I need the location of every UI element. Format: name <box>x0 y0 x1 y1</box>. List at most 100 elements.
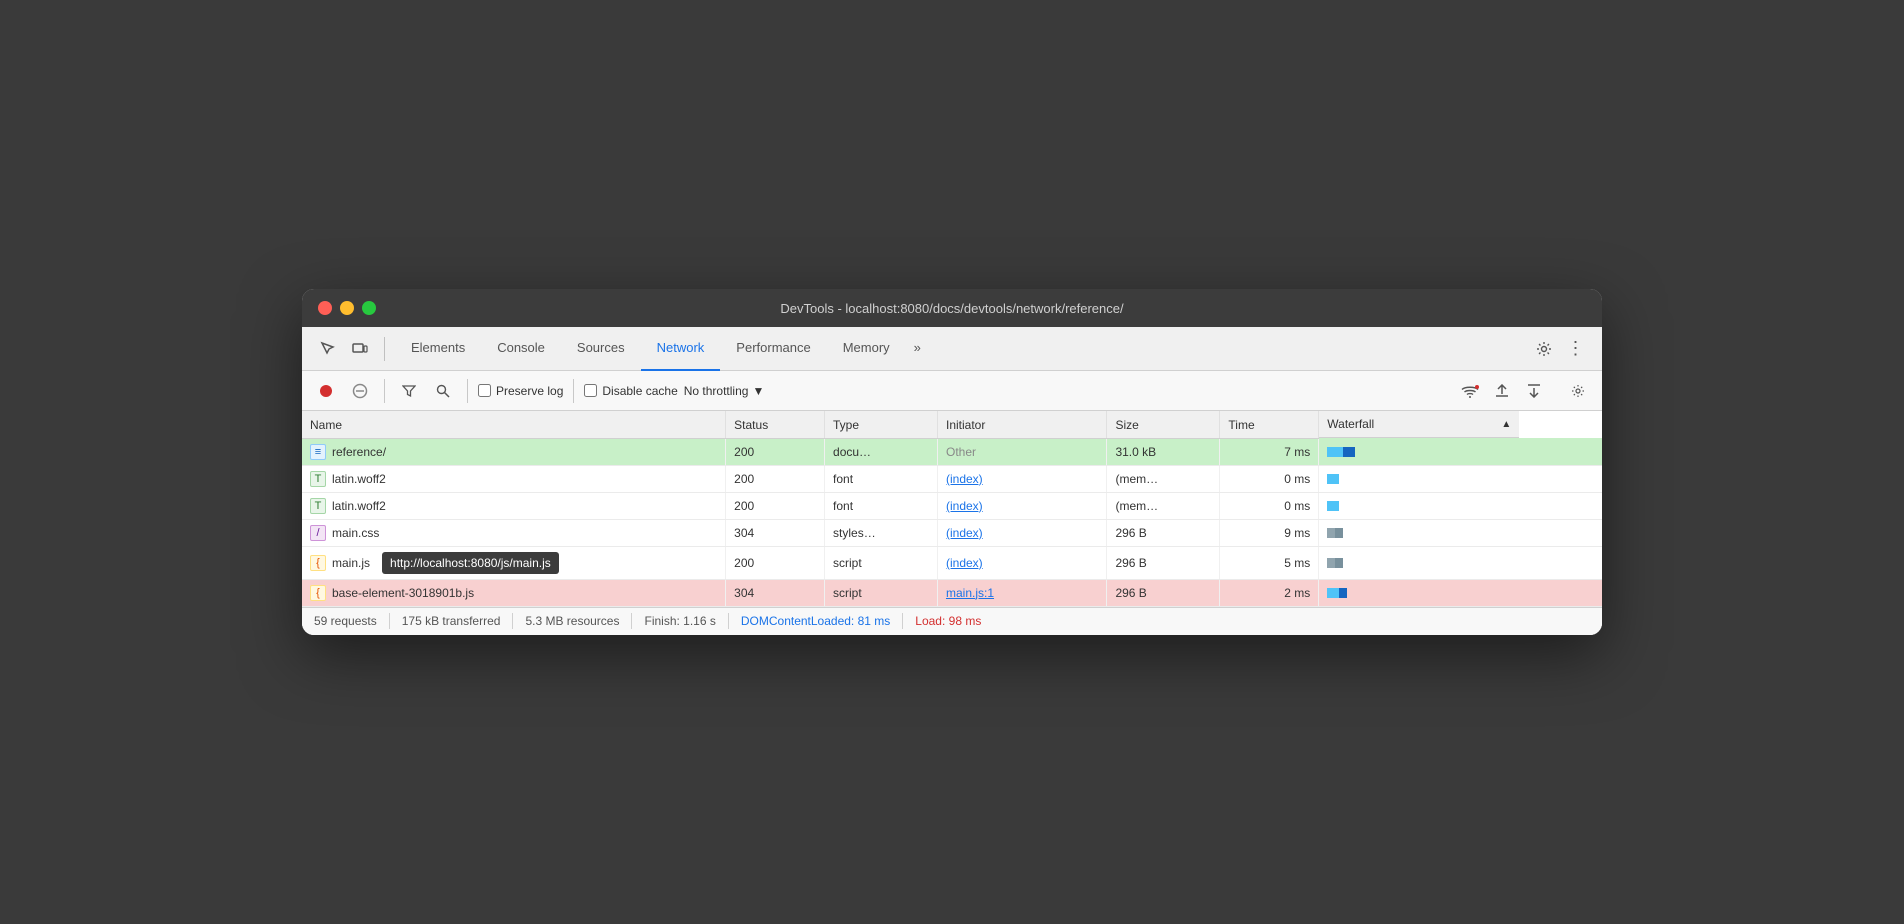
table-row[interactable]: Tlatin.woff2200font(index)(mem…0 ms <box>302 465 1602 492</box>
tab-console[interactable]: Console <box>481 327 561 371</box>
top-toolbar: Elements Console Sources Network Perform… <box>302 327 1602 371</box>
row-name: latin.woff2 <box>332 499 386 513</box>
row-type: styles… <box>825 519 938 546</box>
throttle-select[interactable]: No throttling ▼ <box>684 384 765 398</box>
row-name: latin.woff2 <box>332 472 386 486</box>
network-settings-icon[interactable] <box>1564 377 1592 405</box>
th-type[interactable]: Type <box>825 411 938 438</box>
search-icon[interactable] <box>429 377 457 405</box>
js-file-icon: { <box>310 585 326 601</box>
status-sep-3 <box>631 613 632 629</box>
table-row[interactable]: ≡ reference/200docu…Other31.0 kB7 ms <box>302 438 1602 465</box>
row-size: 296 B <box>1107 519 1220 546</box>
row-time: 5 ms <box>1220 546 1319 579</box>
filter-icon[interactable] <box>395 377 423 405</box>
css-file-icon: / <box>310 525 326 541</box>
th-size[interactable]: Size <box>1107 411 1220 438</box>
name-cell: /main.css <box>302 519 726 546</box>
row-type: script <box>825 579 938 606</box>
row-status: 200 <box>726 438 825 465</box>
row-initiator[interactable]: (index) <box>937 492 1106 519</box>
status-sep-4 <box>728 613 729 629</box>
row-name: reference/ <box>332 445 386 459</box>
th-time[interactable]: Time <box>1220 411 1319 438</box>
minimize-button[interactable] <box>340 301 354 315</box>
th-status[interactable]: Status <box>726 411 825 438</box>
row-initiator: Other <box>937 438 1106 465</box>
row-time: 9 ms <box>1220 519 1319 546</box>
wifi-icon[interactable] <box>1456 377 1484 405</box>
settings-icon[interactable] <box>1530 335 1558 363</box>
row-size: 31.0 kB <box>1107 438 1220 465</box>
disable-cache-checkbox[interactable] <box>584 384 597 397</box>
font-file-icon: T <box>310 498 326 514</box>
more-options-icon[interactable]: ⋮ <box>1562 335 1590 363</box>
row-time: 2 ms <box>1220 579 1319 606</box>
toolbar-right: ⋮ <box>1530 335 1590 363</box>
device-toggle-icon[interactable] <box>346 335 374 363</box>
preserve-log-checkbox[interactable] <box>478 384 491 397</box>
table-row[interactable]: Tlatin.woff2200font(index)(mem…0 ms <box>302 492 1602 519</box>
row-initiator[interactable]: (index) <box>937 519 1106 546</box>
row-initiator[interactable]: (index) <box>937 465 1106 492</box>
row-waterfall <box>1319 519 1602 546</box>
nt-separator-3 <box>573 379 574 403</box>
download-icon[interactable] <box>1520 377 1548 405</box>
inspect-icon[interactable] <box>314 335 342 363</box>
record-button[interactable] <box>312 377 340 405</box>
row-waterfall <box>1319 492 1602 519</box>
table-row[interactable]: {main.jshttp://localhost:8080/js/main.js… <box>302 546 1602 579</box>
row-tooltip: http://localhost:8080/js/main.js <box>382 552 559 574</box>
network-table-container[interactable]: Name Status Type Initiator Size <box>302 411 1602 607</box>
row-time: 0 ms <box>1220 465 1319 492</box>
nt-separator-2 <box>467 379 468 403</box>
maximize-button[interactable] <box>362 301 376 315</box>
th-waterfall[interactable]: Waterfall ▲ <box>1319 411 1519 438</box>
row-status: 304 <box>726 519 825 546</box>
tab-network[interactable]: Network <box>641 327 721 371</box>
row-time: 0 ms <box>1220 492 1319 519</box>
close-button[interactable] <box>318 301 332 315</box>
throttle-dropdown-icon: ▼ <box>752 384 764 398</box>
tab-memory[interactable]: Memory <box>827 327 906 371</box>
row-size: (mem… <box>1107 492 1220 519</box>
row-type: docu… <box>825 438 938 465</box>
status-sep-5 <box>902 613 903 629</box>
network-table: Name Status Type Initiator Size <box>302 411 1602 607</box>
disable-cache-label[interactable]: Disable cache <box>584 384 677 398</box>
th-initiator[interactable]: Initiator <box>937 411 1106 438</box>
row-time: 7 ms <box>1220 438 1319 465</box>
doc-file-icon: ≡ <box>310 444 326 460</box>
row-name: base-element-3018901b.js <box>332 586 474 600</box>
status-sep-2 <box>512 613 513 629</box>
row-type: font <box>825 492 938 519</box>
name-cell: Tlatin.woff2 <box>302 492 726 519</box>
clear-log-button[interactable] <box>346 377 374 405</box>
row-status: 200 <box>726 492 825 519</box>
tab-elements[interactable]: Elements <box>395 327 481 371</box>
row-size: 296 B <box>1107 546 1220 579</box>
dom-content-loaded: DOMContentLoaded: 81 ms <box>741 614 890 628</box>
row-initiator[interactable]: main.js:1 <box>937 579 1106 606</box>
row-status: 304 <box>726 579 825 606</box>
row-initiator[interactable]: (index) <box>937 546 1106 579</box>
row-type: script <box>825 546 938 579</box>
devtools-window: DevTools - localhost:8080/docs/devtools/… <box>302 289 1602 635</box>
title-bar: DevTools - localhost:8080/docs/devtools/… <box>302 289 1602 327</box>
table-row[interactable]: /main.css304styles…(index)296 B9 ms <box>302 519 1602 546</box>
row-status: 200 <box>726 465 825 492</box>
tab-performance[interactable]: Performance <box>720 327 826 371</box>
row-size: 296 B <box>1107 579 1220 606</box>
name-cell: Tlatin.woff2 <box>302 465 726 492</box>
name-cell: ≡ reference/ <box>302 438 726 465</box>
row-waterfall <box>1319 546 1602 579</box>
upload-icon[interactable] <box>1488 377 1516 405</box>
nt-right-area <box>1456 377 1592 405</box>
tab-more[interactable]: » <box>906 327 929 371</box>
row-name: main.js <box>332 556 370 570</box>
finish-time: Finish: 1.16 s <box>644 614 715 628</box>
preserve-log-label[interactable]: Preserve log <box>478 384 563 398</box>
table-row[interactable]: { base-element-3018901b.js 304scriptmain.j… <box>302 579 1602 606</box>
th-name[interactable]: Name <box>302 411 726 438</box>
tab-sources[interactable]: Sources <box>561 327 641 371</box>
